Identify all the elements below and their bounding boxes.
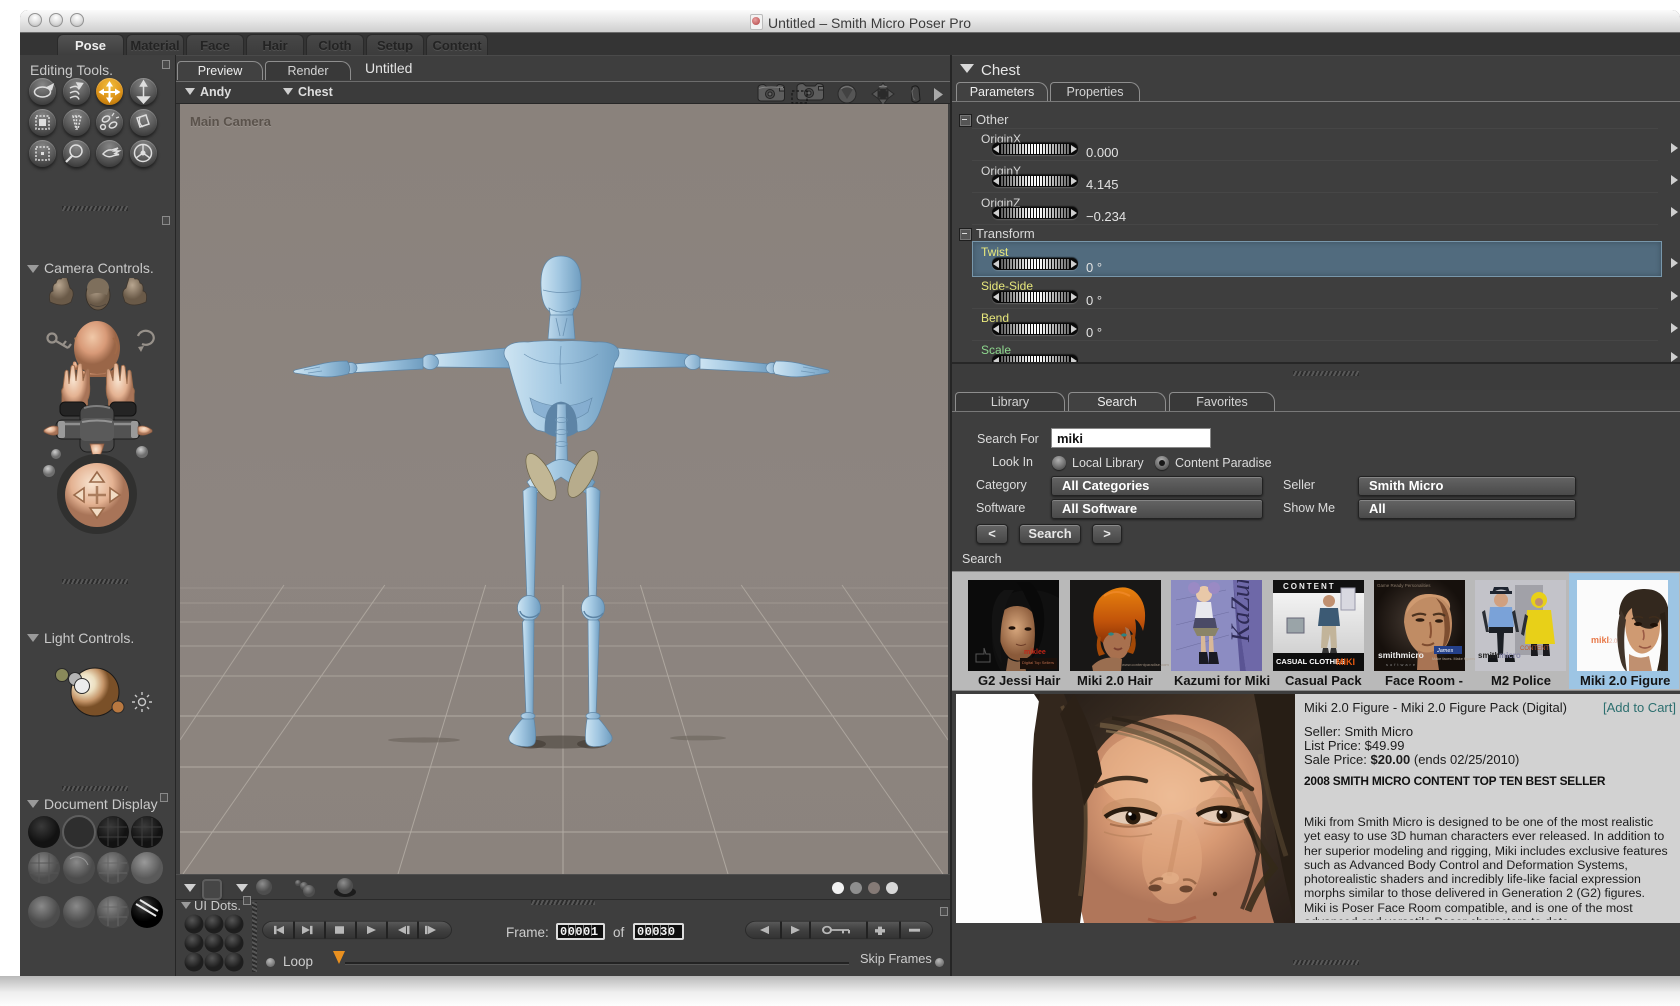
svg-text:Digital Top Sellers: Digital Top Sellers — [1022, 660, 1054, 665]
svg-text:CONTENT: CONTENT — [1283, 582, 1336, 591]
svg-text:smith: smith — [1478, 651, 1499, 660]
svg-text:Game Ready Personalities: Game Ready Personalities — [1377, 583, 1431, 588]
svg-text:CONTENT: CONTENT — [1520, 646, 1549, 652]
svg-text:miklee: miklee — [1024, 649, 1046, 656]
svg-text:2.0: 2.0 — [1609, 639, 1618, 645]
svg-text:CASUAL CLOTHES: CASUAL CLOTHES — [1276, 657, 1345, 666]
svg-text:mikl: mikl — [1591, 635, 1609, 645]
svg-text:James: James — [1436, 648, 1453, 654]
svg-text:software: software — [1386, 662, 1417, 667]
svg-text:MIKI: MIKI — [1336, 657, 1355, 667]
svg-text:KaZumi: KaZumi — [1226, 580, 1255, 643]
svg-text:micro: micro — [1499, 651, 1521, 660]
svg-text:smithmicro: smithmicro — [1378, 650, 1424, 660]
svg-text:www.contentparadise.com: www.contentparadise.com — [1122, 662, 1169, 667]
svg-text:Make faces. Make figures.: Make faces. Make figures. — [1432, 657, 1476, 661]
